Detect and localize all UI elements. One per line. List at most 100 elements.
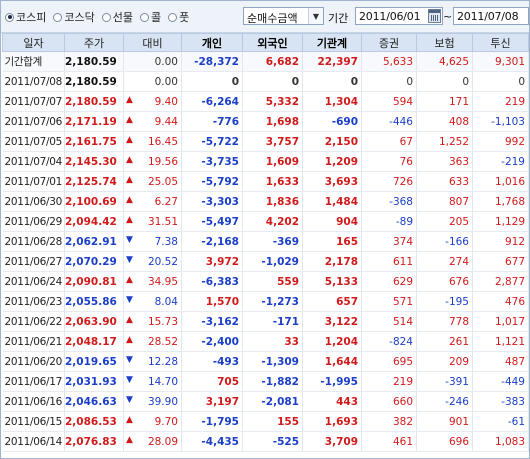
table-row[interactable]: 2011/07/05 2,161.75 ▲ 16.45 -5,722 3,757 2,150… xyxy=(2,131,529,152)
table-row[interactable]: 2011/06/16 2,046.63 ▼ 39.90 3,197 -2,081 443 66… xyxy=(2,391,529,412)
cell-securities: 514 xyxy=(361,311,417,332)
cell-securities: -89 xyxy=(361,211,417,232)
cell-insurance: -391 xyxy=(416,371,473,392)
column-header-change[interactable]: 대비 xyxy=(123,33,182,52)
table-row[interactable]: 2011/07/01 2,125.74 ▲ 25.05 -5,792 1,633 3,693… xyxy=(2,171,529,192)
cell-institution: 3,693 xyxy=(302,171,362,192)
column-header-individual[interactable]: 개인 xyxy=(181,33,243,52)
table-row[interactable]: 2011/07/06 2,171.19 ▲ 9.44 -776 1,698 -690 -446… xyxy=(2,111,529,132)
column-header-securities[interactable]: 증권 xyxy=(361,33,417,52)
cell-insurance: 408 xyxy=(416,111,473,132)
cell-insurance: 261 xyxy=(416,331,473,352)
radio-futures[interactable]: 선물 xyxy=(101,9,133,25)
price-value: 2,046.63 xyxy=(65,395,117,408)
up-arrow-icon: ▲ xyxy=(126,315,133,325)
column-header-foreign[interactable]: 외국인 xyxy=(242,33,303,52)
cell-trust: 992 xyxy=(472,131,529,152)
table-row[interactable]: 2011/06/20 2,019.65 ▼ 12.28 -493 -1,309 1,644 6… xyxy=(2,351,529,372)
radio-kospi[interactable]: 코스피 xyxy=(5,9,46,25)
cell-change: ▼ 12.28 xyxy=(123,351,182,372)
cell-foreign: -525 xyxy=(242,431,303,452)
change-value: 0.00 xyxy=(154,55,178,68)
table-row[interactable]: 2011/06/24 2,090.81 ▲ 34.95 -6,383 559 5,133 62… xyxy=(2,271,529,292)
cell-price: 2,063.90 xyxy=(64,311,124,332)
date-range-separator: ~ xyxy=(443,10,453,23)
radio-dot-icon[interactable] xyxy=(168,12,178,22)
change-value: 14.70 xyxy=(147,375,178,388)
column-header-trust[interactable]: 투신 xyxy=(472,33,529,52)
table-row[interactable]: 2011/07/07 2,180.59 ▲ 9.40 -6,264 5,332 1,304 5… xyxy=(2,91,529,112)
radio-dot-icon[interactable] xyxy=(101,12,111,22)
change-value: 34.95 xyxy=(147,275,178,288)
start-date-value[interactable]: 2011/06/01 xyxy=(359,10,421,23)
table-row[interactable]: 2011/06/29 2,094.42 ▲ 31.51 -5,497 4,202 904 -8… xyxy=(2,211,529,232)
column-header-price[interactable]: 주가 xyxy=(64,33,124,52)
cell-trust: 219 xyxy=(472,91,529,112)
change-value: 7.38 xyxy=(154,235,178,248)
table-row[interactable]: 2011/06/23 2,055.86 ▼ 8.04 1,570 -1,273 657 571… xyxy=(2,291,529,312)
table-row[interactable]: 2011/06/22 2,063.90 ▲ 15.73 -3,162 -171 3,122 5… xyxy=(2,311,529,332)
column-header-institution[interactable]: 기관계 xyxy=(302,33,362,52)
amount-type-select[interactable]: 순매수금액 ▼ xyxy=(243,7,324,25)
cell-insurance: 1,252 xyxy=(416,131,473,152)
start-date-field[interactable]: 2011/06/01 xyxy=(355,7,443,25)
end-date-field[interactable]: 2011/07/08 xyxy=(453,7,529,25)
cell-individual: -5,497 xyxy=(181,211,243,232)
cell-trust: -383 xyxy=(472,391,529,412)
cell-institution: 904 xyxy=(302,211,362,232)
radio-call[interactable]: 콜 xyxy=(140,9,161,25)
cell-individual: -3,303 xyxy=(181,191,243,212)
cell-securities: 726 xyxy=(361,171,417,192)
cell-trust: 912 xyxy=(472,231,529,252)
cell-change: ▼ 7.38 xyxy=(123,231,182,252)
radio-dot-icon[interactable] xyxy=(140,12,149,22)
radio-dot-icon[interactable] xyxy=(53,12,63,22)
cell-securities: 571 xyxy=(361,291,417,312)
cell-change: 0.00 xyxy=(123,51,182,72)
table-row[interactable]: 2011/06/30 2,100.69 ▲ 6.27 -3,303 1,836 1,484-… xyxy=(2,191,529,212)
table-row[interactable]: 2011/06/27 2,070.29 ▼ 20.52 3,972 -1,029 2,178… xyxy=(2,251,529,272)
table-row[interactable]: 2011/06/15 2,086.53 ▲ 9.70 -1,795 155 1,693 382… xyxy=(2,411,529,432)
cell-foreign: 1,698 xyxy=(242,111,303,132)
up-arrow-icon: ▲ xyxy=(126,435,133,445)
cell-individual: -5,792 xyxy=(181,171,243,192)
cell-change: ▼ 20.52 xyxy=(123,251,182,272)
cell-foreign: 1,633 xyxy=(242,171,303,192)
price-value: 2,125.74 xyxy=(65,175,117,188)
cell-price: 2,161.75 xyxy=(64,131,124,152)
cell-securities: 611 xyxy=(361,251,417,272)
cell-individual: 705 xyxy=(181,371,243,392)
cell-date: 2011/07/08 xyxy=(2,71,65,92)
cell-change: ▲ 9.40 xyxy=(123,91,182,112)
table-row[interactable]: 2011/06/14 2,076.83 ▲ 28.09 -4,435 -525 3,709 4… xyxy=(2,431,529,452)
column-header-date[interactable]: 일자 xyxy=(2,33,65,52)
column-header-insurance[interactable]: 보험 xyxy=(416,33,473,52)
radio-put[interactable]: 풋 xyxy=(168,9,189,25)
cell-institution: 1,204 xyxy=(302,331,362,352)
change-value: 6.27 xyxy=(154,195,178,208)
cell-institution: 0 xyxy=(302,71,362,92)
dropdown-arrow-icon[interactable]: ▼ xyxy=(308,8,323,24)
table-row[interactable]: 2011/06/17 2,031.93 ▼ 14.70 705 -1,882 -1,995 2… xyxy=(2,371,529,392)
calendar-icon[interactable] xyxy=(428,9,441,23)
cell-price: 2,062.91 xyxy=(64,231,124,252)
cell-date: 2011/06/22 xyxy=(2,311,65,332)
table-row[interactable]: 2011/07/04 2,145.30 ▲ 19.56 -3,735 1,609 1,209… xyxy=(2,151,529,172)
summary-row[interactable]: 기간합계 2,180.59 0.00 -28,372 6,682 22,397 5,633 4… xyxy=(2,51,529,72)
cell-trust: 9,301 xyxy=(472,51,529,72)
radio-dot-icon[interactable] xyxy=(5,12,14,22)
radio-kosdaq[interactable]: 코스닥 xyxy=(53,9,95,25)
price-value: 2,063.90 xyxy=(65,315,117,328)
cell-trust: 487 xyxy=(472,351,529,372)
price-value: 2,171.19 xyxy=(65,115,117,128)
end-date-value[interactable]: 2011/07/08 xyxy=(457,10,519,23)
price-value: 2,019.65 xyxy=(65,355,117,368)
cell-insurance: 171 xyxy=(416,91,473,112)
radio-label: 풋 xyxy=(179,11,190,24)
radio-label: 코스닥 xyxy=(64,11,95,24)
table-row[interactable]: 2011/06/28 2,062.91 ▼ 7.38 -2,168 -369 165 374-… xyxy=(2,231,529,252)
table-row[interactable]: 2011/06/21 2,048.17 ▲ 28.52 -2,400 33 1,204 -82… xyxy=(2,331,529,352)
up-arrow-icon: ▲ xyxy=(126,175,133,185)
table-row[interactable]: 2011/07/08 2,180.59 0.00 0 0 0 0 0 0 xyxy=(2,71,529,92)
cell-securities: 660 xyxy=(361,391,417,412)
